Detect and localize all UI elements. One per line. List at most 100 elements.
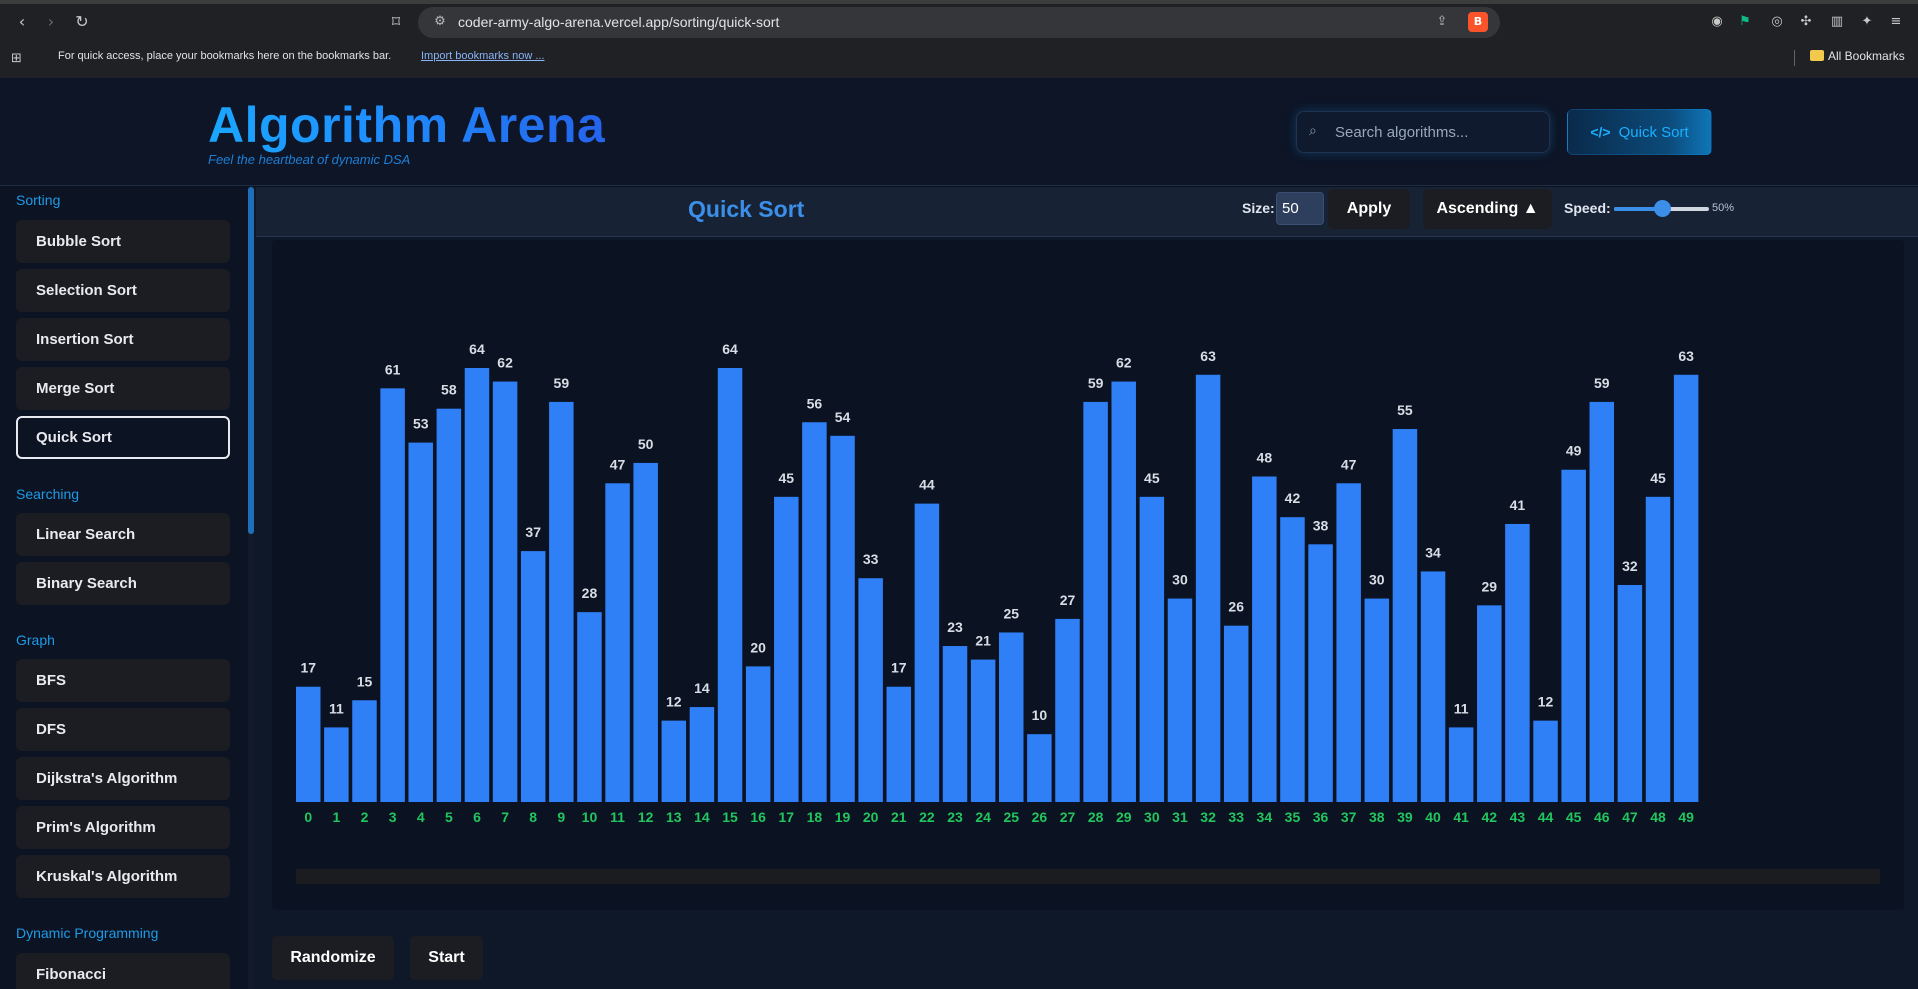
bar (1420, 571, 1446, 802)
sidebar-item-fibonacci[interactable]: Fibonacci (16, 953, 230, 989)
bar-index-label: 2 (361, 809, 369, 825)
sidebar-item-quick-sort[interactable]: Quick Sort (16, 416, 230, 459)
search-box[interactable]: ⌕ (1296, 111, 1550, 153)
apps-icon[interactable]: ⊞ (11, 51, 27, 67)
bar-index-label: 31 (1172, 809, 1188, 825)
bar-index-label: 8 (529, 809, 537, 825)
leo-icon[interactable]: ✦ (1858, 13, 1876, 31)
bar-index-label: 35 (1285, 809, 1301, 825)
reload-icon[interactable]: ↻ (72, 12, 92, 32)
sidebar-item-binary-search[interactable]: Binary Search (16, 562, 230, 605)
chart-horizontal-scrollbar[interactable] (296, 869, 1880, 884)
bar-index-label: 1 (332, 809, 340, 825)
bar (1645, 496, 1671, 802)
sidebar-item-merge-sort[interactable]: Merge Sort (16, 367, 230, 410)
bar-index-label: 47 (1622, 809, 1638, 825)
site-info-icon[interactable]: ⚙ (432, 14, 448, 30)
sidebar-item-bfs[interactable]: BFS (16, 659, 230, 702)
extension-icon[interactable]: ◉ (1708, 13, 1726, 31)
bookmark-icon[interactable]: ⌑ (386, 12, 406, 32)
address-bar[interactable]: ⚙ coder-army-algo-arena.vercel.app/sorti… (418, 7, 1500, 38)
bar-index-label: 49 (1678, 809, 1694, 825)
bar-value-label: 38 (1313, 517, 1329, 533)
bar-value-label: 47 (1341, 456, 1357, 472)
bar-index-label: 12 (638, 809, 654, 825)
bar-value-label: 48 (1257, 450, 1273, 466)
bar-index-label: 29 (1116, 809, 1132, 825)
bar (1392, 429, 1418, 802)
sidebar-item-linear-search[interactable]: Linear Search (16, 513, 230, 556)
share-icon[interactable]: ⇪ (1434, 14, 1450, 30)
bar-value-label: 54 (835, 409, 851, 425)
bar-index-label: 26 (1032, 809, 1048, 825)
bar (858, 578, 883, 802)
back-icon[interactable]: ‹ (12, 12, 32, 32)
sort-order-button[interactable]: Ascending ▲ (1423, 189, 1552, 229)
apply-button[interactable]: Apply (1328, 189, 1410, 229)
bar (352, 700, 377, 802)
size-input[interactable] (1276, 192, 1324, 225)
bookmarks-hint: For quick access, place your bookmarks h… (58, 50, 392, 62)
bar-value-label: 30 (1172, 572, 1188, 588)
sidebar-item-kruskal[interactable]: Kruskal's Algorithm (16, 855, 230, 898)
bar-value-label: 12 (666, 694, 682, 710)
bar-index-label: 40 (1425, 809, 1441, 825)
eye-icon[interactable]: ◎ (1768, 13, 1786, 31)
sidebar-item-insertion-sort[interactable]: Insertion Sort (16, 318, 230, 361)
bar-index-label: 33 (1228, 809, 1244, 825)
bar-value-label: 14 (694, 680, 710, 696)
algorithm-title: Quick Sort (688, 196, 805, 222)
bar-index-label: 36 (1313, 809, 1329, 825)
bar-value-label: 62 (1116, 355, 1132, 371)
section-sorting: Sorting (16, 192, 61, 208)
bar-index-label: 11 (610, 809, 625, 825)
bar-index-label: 41 (1453, 809, 1469, 825)
forward-icon[interactable]: › (41, 12, 61, 32)
bar-value-label: 11 (1454, 700, 1469, 716)
bar-value-label: 49 (1566, 443, 1582, 459)
bar (914, 503, 940, 802)
url-text[interactable]: coder-army-algo-arena.vercel.app/sorting… (458, 14, 779, 30)
puzzle-icon[interactable]: ✣ (1797, 13, 1815, 31)
randomize-button[interactable]: Randomize (272, 936, 394, 980)
bar-index-label: 10 (582, 809, 598, 825)
brave-shields-icon[interactable]: B (1468, 12, 1488, 32)
bar (296, 686, 321, 802)
bar-value-label: 45 (1650, 470, 1666, 486)
bar-value-label: 27 (1060, 592, 1076, 608)
search-icon: ⌕ (1309, 123, 1317, 139)
bar-index-label: 45 (1566, 809, 1582, 825)
bar-index-label: 16 (750, 809, 766, 825)
bar-index-label: 23 (947, 809, 963, 825)
sidebar-item-prim[interactable]: Prim's Algorithm (16, 806, 230, 849)
speed-slider-thumb[interactable] (1653, 200, 1671, 217)
bar-index-label: 18 (807, 809, 823, 825)
import-bookmarks-link[interactable]: Import bookmarks now ... (421, 50, 545, 62)
bar-value-label: 41 (1510, 497, 1526, 513)
search-input[interactable] (1335, 112, 1545, 152)
menu-icon[interactable]: ≡ (1887, 13, 1905, 31)
sidebar-item-dijkstra[interactable]: Dijkstra's Algorithm (16, 757, 230, 800)
bar-index-label: 0 (304, 809, 312, 825)
all-bookmarks[interactable]: All Bookmarks (1828, 49, 1905, 63)
site-title[interactable]: Algorithm Arena (208, 96, 605, 154)
bar-value-label: 11 (329, 700, 344, 716)
bar (1280, 517, 1305, 802)
sidebar-icon[interactable]: ▥ (1828, 13, 1846, 31)
bar (1477, 605, 1502, 802)
bar-value-label: 29 (1482, 578, 1498, 594)
bar (492, 381, 518, 802)
sidebar-item-dfs[interactable]: DFS (16, 708, 230, 751)
bar-value-label: 17 (891, 660, 907, 676)
extension-icon[interactable]: ⚑ (1736, 13, 1754, 31)
bar (464, 368, 490, 802)
bar (1336, 483, 1361, 802)
sidebar-item-bubble-sort[interactable]: Bubble Sort (16, 220, 230, 263)
window-top-border (0, 0, 1918, 4)
bar (1364, 598, 1390, 802)
start-button[interactable]: Start (410, 936, 483, 980)
current-algorithm-button[interactable]: </> Quick Sort (1567, 109, 1712, 155)
bar (1027, 734, 1052, 802)
bar-value-label: 30 (1369, 572, 1385, 588)
sidebar-item-selection-sort[interactable]: Selection Sort (16, 269, 230, 312)
